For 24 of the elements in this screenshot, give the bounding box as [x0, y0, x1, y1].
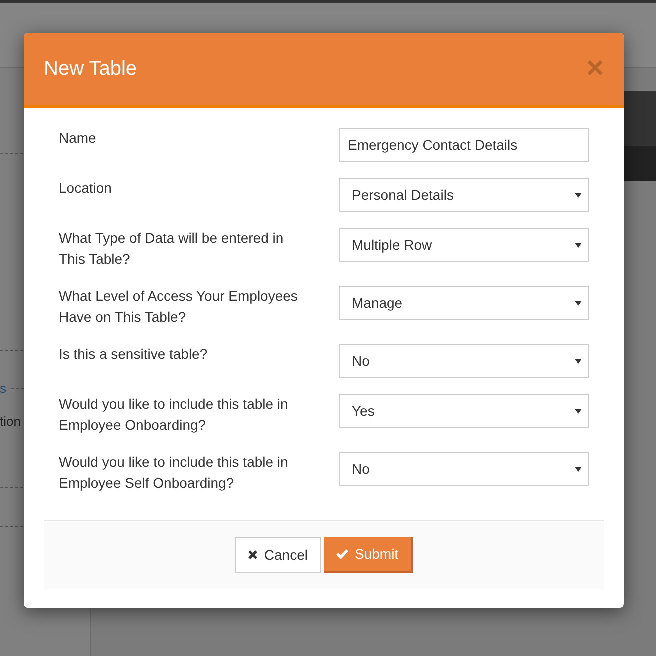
field-label: Would you like to include this table in Employee Self Onboarding? [59, 453, 290, 493]
field-label: Name [59, 129, 98, 148]
caret-icon [575, 300, 582, 306]
caret-icon [575, 192, 582, 198]
field-label: Location [59, 179, 113, 198]
field-label: Would you like to include this table in Employee Onboarding? [59, 395, 290, 435]
select-dropdown[interactable]: Multiple Row [339, 228, 589, 262]
caret-icon [575, 242, 582, 248]
field-label: What Type of Data will be entered in This Table? [59, 229, 285, 269]
input-field[interactable]: Emergency Contact Details [339, 128, 589, 162]
check-icon [336, 549, 349, 559]
select-dropdown[interactable]: Manage [339, 286, 589, 320]
caret-icon [575, 466, 582, 472]
select-dropdown[interactable]: No [339, 344, 589, 378]
cancel-button[interactable]: Cancel [235, 537, 321, 573]
caret-icon [575, 408, 582, 414]
dialog-title: New Table [44, 58, 138, 80]
close-icon [248, 550, 258, 560]
caret-icon [575, 358, 582, 364]
field-label: Is this a sensitive table? [59, 345, 209, 364]
select-dropdown[interactable]: Personal Details [339, 178, 589, 212]
select-dropdown[interactable]: No [339, 452, 589, 486]
select-dropdown[interactable]: Yes [339, 394, 589, 428]
field-label: What Level of Access Your Employees Have on This Table? [59, 287, 299, 327]
